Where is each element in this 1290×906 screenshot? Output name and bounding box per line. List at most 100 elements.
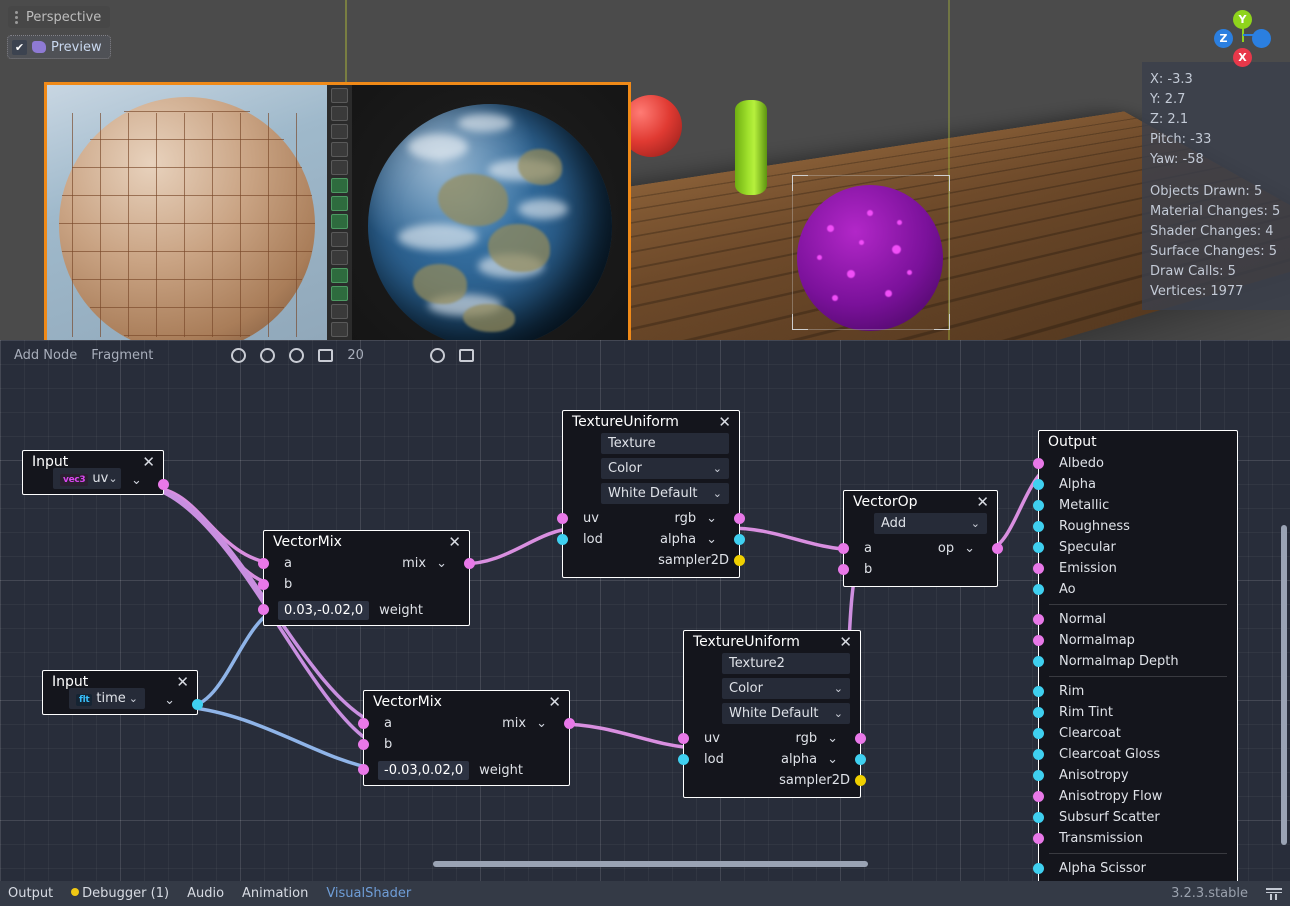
output-port-row[interactable]: Emission <box>1039 558 1237 579</box>
node-input-time[interactable]: Input ✕ flttime ⌄ ⌄ <box>42 670 198 715</box>
node-header[interactable]: VectorMix ✕ <box>364 691 569 713</box>
expand-icon[interactable]: ⌄ <box>706 511 717 526</box>
node-output[interactable]: Output AlbedoAlphaMetallicRoughnessSpecu… <box>1038 430 1238 881</box>
preview-tools-toolbar[interactable] <box>327 85 352 367</box>
input-port-b[interactable] <box>258 579 269 590</box>
node-vector-op[interactable]: VectorOp ✕ Add ⌄ a op ⌄ b <box>843 490 998 587</box>
gizmo-axis-y[interactable]: Y <box>1233 10 1252 29</box>
output-port-op[interactable] <box>992 543 1003 554</box>
input-port-uv[interactable] <box>557 513 568 524</box>
node-header[interactable]: TextureUniform ✕ <box>684 631 860 653</box>
node-vectormix-2[interactable]: VectorMix ✕ a mix ⌄ b -0.03,0.02,0 <box>363 690 570 786</box>
tool-scale-icon[interactable] <box>331 142 348 157</box>
input-port-clearcoat-gloss[interactable] <box>1033 749 1044 760</box>
tool-paint-icon[interactable] <box>331 268 348 283</box>
output-port-row[interactable]: Specular <box>1039 537 1237 558</box>
grid-snap-icon[interactable] <box>318 349 333 362</box>
panel-tab-animation[interactable]: Animation <box>242 886 308 901</box>
output-port-row[interactable]: Metallic <box>1039 495 1237 516</box>
tool-snap-icon[interactable] <box>331 178 348 193</box>
expand-icon[interactable]: ⌄ <box>706 532 717 547</box>
output-port-row[interactable]: Transmission <box>1039 828 1237 849</box>
output-port-row[interactable]: Normalmap <box>1039 630 1237 651</box>
chevron-down-icon[interactable]: ⌄ <box>713 462 722 475</box>
uniform-default-dropdown[interactable]: White Default ⌄ <box>722 703 850 724</box>
input-port-clearcoat[interactable] <box>1033 728 1044 739</box>
input-port-b[interactable] <box>358 739 369 750</box>
output-port-row[interactable]: Anisotropy Flow <box>1039 786 1237 807</box>
gizmo-axis-x[interactable]: X <box>1233 48 1252 67</box>
uniform-default-dropdown[interactable]: White Default ⌄ <box>601 483 729 504</box>
bottom-status-bar[interactable]: Output Debugger (1) Audio Animation Visu… <box>0 881 1290 906</box>
uniform-name-input[interactable]: Texture2 <box>722 653 850 674</box>
graph-toolbar[interactable]: Add Node Fragment 20 <box>0 340 1290 370</box>
output-port-sampler2d[interactable] <box>734 555 745 566</box>
close-icon[interactable]: ✕ <box>717 415 732 430</box>
expand-icon[interactable]: ⌄ <box>827 752 838 767</box>
uniform-type-dropdown[interactable]: Color ⌄ <box>722 678 850 699</box>
expand-icon[interactable]: ⌄ <box>131 473 142 488</box>
output-port-alpha[interactable] <box>855 754 866 765</box>
tool-move-icon[interactable] <box>331 106 348 121</box>
expand-bottom-panel-icon[interactable] <box>1266 888 1282 900</box>
operation-dropdown[interactable]: Add ⌄ <box>874 513 987 534</box>
tool-lock-icon[interactable] <box>331 214 348 229</box>
close-icon[interactable]: ✕ <box>447 535 462 550</box>
input-port-normal[interactable] <box>1033 614 1044 625</box>
output-port-row[interactable]: Rim <box>1039 681 1237 702</box>
input-port-albedo[interactable] <box>1033 458 1044 469</box>
zoom-in-icon[interactable] <box>289 348 304 363</box>
preview-toggle[interactable]: ✔ Preview <box>8 36 110 58</box>
input-port-emission[interactable] <box>1033 563 1044 574</box>
output-port-time[interactable] <box>192 699 203 710</box>
input-port-subsurf-scatter[interactable] <box>1033 812 1044 823</box>
zoom-reset-icon[interactable] <box>260 348 275 363</box>
chevron-down-icon[interactable]: ⌄ <box>713 487 722 500</box>
input-type-dropdown[interactable]: vec3uv ⌄ <box>53 468 121 489</box>
gizmo-axis-z-negative[interactable] <box>1252 29 1271 48</box>
output-port-row[interactable]: Roughness <box>1039 516 1237 537</box>
input-port-anisotropy-flow[interactable] <box>1033 791 1044 802</box>
close-icon[interactable]: ✕ <box>175 675 190 690</box>
output-port-row[interactable]: Ao <box>1039 579 1237 600</box>
node-vectormix-1[interactable]: VectorMix ✕ a mix ⌄ b 0.03,-0.02,0 <box>263 530 470 626</box>
kebab-menu-icon[interactable] <box>12 11 21 24</box>
chevron-down-icon[interactable]: ⌄ <box>834 707 843 720</box>
node-header[interactable]: VectorMix ✕ <box>264 531 469 553</box>
output-port-rgb[interactable] <box>734 513 745 524</box>
output-port-row[interactable]: Rim Tint <box>1039 702 1237 723</box>
expand-icon[interactable]: ⌄ <box>164 693 175 708</box>
input-port-normalmap-depth[interactable] <box>1033 656 1044 667</box>
input-port-transmission[interactable] <box>1033 833 1044 844</box>
output-port-row[interactable]: Normal <box>1039 609 1237 630</box>
visual-shader-graph[interactable]: Add Node Fragment 20 <box>0 340 1290 881</box>
node-texture-uniform-2[interactable]: TextureUniform ✕ Texture2 Color ⌄ White … <box>683 630 861 798</box>
input-port-metallic[interactable] <box>1033 500 1044 511</box>
input-port-lod[interactable] <box>557 534 568 545</box>
panel-tab-output[interactable]: Output <box>8 886 53 901</box>
close-icon[interactable]: ✕ <box>838 635 853 650</box>
node-input-uv[interactable]: Input ✕ vec3uv ⌄ ⌄ <box>22 450 164 495</box>
expand-icon[interactable]: ⌄ <box>436 556 447 571</box>
input-type-dropdown[interactable]: flttime ⌄ <box>69 688 145 709</box>
output-port-alpha[interactable] <box>734 534 745 545</box>
input-port-a[interactable] <box>358 718 369 729</box>
tool-grid-icon[interactable] <box>331 196 348 211</box>
panel-tab-debugger[interactable]: Debugger (1) <box>71 886 169 901</box>
input-port-anisotropy[interactable] <box>1033 770 1044 781</box>
panel-tab-visualshader[interactable]: VisualShader <box>326 886 411 901</box>
chevron-down-icon[interactable]: ⌄ <box>129 692 138 705</box>
zoom-out-icon[interactable] <box>231 348 246 363</box>
node-header[interactable]: VectorOp ✕ <box>844 491 997 513</box>
output-port-row[interactable]: Subsurf Scatter <box>1039 807 1237 828</box>
node-header[interactable]: TextureUniform ✕ <box>563 411 739 433</box>
expand-icon[interactable]: ⌄ <box>536 716 547 731</box>
node-texture-uniform-1[interactable]: TextureUniform ✕ Texture Color ⌄ White D… <box>562 410 740 578</box>
output-port-row[interactable]: Anisotropy <box>1039 765 1237 786</box>
input-port-weight[interactable] <box>358 764 369 775</box>
output-port-row[interactable]: Clearcoat Gloss <box>1039 744 1237 765</box>
output-port-row[interactable]: Clearcoat <box>1039 723 1237 744</box>
tool-ruler-icon[interactable] <box>331 160 348 175</box>
input-port-ao[interactable] <box>1033 584 1044 595</box>
material-preview-window[interactable] <box>44 82 631 370</box>
